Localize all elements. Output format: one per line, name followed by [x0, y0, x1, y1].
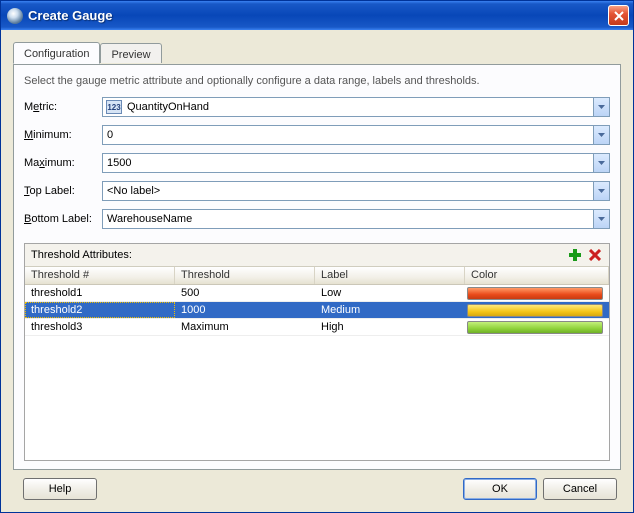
- top-label-dropdown-arrow[interactable]: [593, 182, 609, 200]
- threshold-header: Threshold Attributes:: [25, 244, 609, 267]
- color-swatch[interactable]: [467, 321, 603, 334]
- row-metric: Metric: 123 QuantityOnHand: [24, 97, 610, 117]
- cell-label: Low: [315, 285, 465, 301]
- label-minimum: Minimum:: [24, 129, 102, 141]
- cell-label: High: [315, 319, 465, 335]
- chevron-down-icon: [598, 133, 605, 137]
- row-top-label: Top Label: <No label>: [24, 181, 610, 201]
- top-label-combo[interactable]: <No label>: [102, 181, 610, 201]
- label-metric: Metric:: [24, 101, 102, 113]
- cell-color: [465, 285, 609, 301]
- top-label-value: <No label>: [103, 185, 593, 197]
- col-label[interactable]: Label: [315, 267, 465, 284]
- tab-panel-configuration: Select the gauge metric attribute and op…: [13, 64, 621, 470]
- add-threshold-button[interactable]: [567, 247, 583, 263]
- color-swatch[interactable]: [467, 287, 603, 300]
- create-gauge-window: Create Gauge Configuration Preview Selec…: [0, 0, 634, 513]
- ok-button[interactable]: OK: [463, 478, 537, 500]
- cell-color: [465, 302, 609, 318]
- maximum-dropdown-arrow[interactable]: [593, 154, 609, 172]
- label-top-label: Top Label:: [24, 185, 102, 197]
- tab-preview[interactable]: Preview: [100, 43, 161, 63]
- cell-threshold: Maximum: [175, 319, 315, 335]
- numeric-type-icon: 123: [106, 100, 122, 114]
- table-row[interactable]: threshold21000Medium: [25, 302, 609, 319]
- cell-threshold: 1000: [175, 302, 315, 318]
- threshold-grid-body: threshold1500Lowthreshold21000Mediumthre…: [25, 285, 609, 460]
- maximum-combo[interactable]: 1500: [102, 153, 610, 173]
- minimum-value: 0: [103, 129, 593, 141]
- tab-configuration[interactable]: Configuration: [13, 42, 100, 64]
- color-swatch[interactable]: [467, 304, 603, 317]
- row-bottom-label: Bottom Label: WarehouseName: [24, 209, 610, 229]
- cell-threshold-num: threshold2: [25, 302, 175, 318]
- chevron-down-icon: [598, 189, 605, 193]
- chevron-down-icon: [598, 105, 605, 109]
- chevron-down-icon: [598, 217, 605, 221]
- dialog-button-row: Help OK Cancel: [13, 470, 621, 504]
- cancel-button[interactable]: Cancel: [543, 478, 617, 500]
- minimum-dropdown-arrow[interactable]: [593, 126, 609, 144]
- metric-value: QuantityOnHand: [125, 101, 593, 113]
- description-text: Select the gauge metric attribute and op…: [24, 75, 610, 87]
- help-button[interactable]: Help: [23, 478, 97, 500]
- cell-color: [465, 319, 609, 335]
- chevron-down-icon: [598, 161, 605, 165]
- cell-label: Medium: [315, 302, 465, 318]
- threshold-title: Threshold Attributes:: [31, 249, 563, 261]
- plus-icon: [568, 248, 582, 262]
- bottom-label-dropdown-arrow[interactable]: [593, 210, 609, 228]
- close-button[interactable]: [608, 5, 629, 26]
- cell-threshold-num: threshold1: [25, 285, 175, 301]
- maximum-value: 1500: [103, 157, 593, 169]
- close-icon: [614, 11, 624, 21]
- remove-threshold-button[interactable]: [587, 247, 603, 263]
- tabs: Configuration Preview: [13, 42, 621, 64]
- ok-button-label: OK: [492, 483, 508, 495]
- cell-threshold-num: threshold3: [25, 319, 175, 335]
- col-threshold[interactable]: Threshold: [175, 267, 315, 284]
- metric-dropdown-arrow[interactable]: [593, 98, 609, 116]
- help-button-label: Help: [49, 483, 72, 495]
- table-row[interactable]: threshold3MaximumHigh: [25, 319, 609, 336]
- bottom-label-value: WarehouseName: [103, 213, 593, 225]
- col-color[interactable]: Color: [465, 267, 609, 284]
- cell-threshold: 500: [175, 285, 315, 301]
- label-maximum: Maximum:: [24, 157, 102, 169]
- row-minimum: Minimum: 0: [24, 125, 610, 145]
- label-bottom-label: Bottom Label:: [24, 213, 102, 225]
- cancel-button-label: Cancel: [563, 483, 597, 495]
- window-title: Create Gauge: [28, 8, 608, 23]
- x-icon: [589, 249, 601, 261]
- threshold-grid-header: Threshold # Threshold Label Color: [25, 267, 609, 285]
- app-icon: [7, 8, 23, 24]
- minimum-combo[interactable]: 0: [102, 125, 610, 145]
- col-threshold-num[interactable]: Threshold #: [25, 267, 175, 284]
- metric-combo[interactable]: 123 QuantityOnHand: [102, 97, 610, 117]
- threshold-attributes-panel: Threshold Attributes: Threshold: [24, 243, 610, 461]
- content-area: Configuration Preview Select the gauge m…: [1, 30, 633, 512]
- row-maximum: Maximum: 1500: [24, 153, 610, 173]
- table-row[interactable]: threshold1500Low: [25, 285, 609, 302]
- titlebar: Create Gauge: [1, 1, 633, 30]
- bottom-label-combo[interactable]: WarehouseName: [102, 209, 610, 229]
